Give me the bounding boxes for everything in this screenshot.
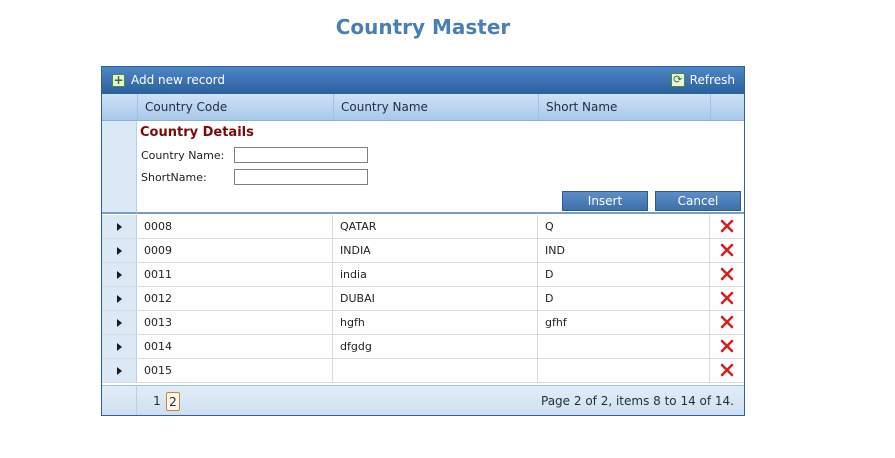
country-grid: + Add new record ⟳ Refresh Country Code …	[101, 66, 745, 416]
table-row[interactable]: 0013 hgfh gfhf	[102, 311, 744, 335]
cell-short: gfhf	[538, 311, 710, 334]
column-header-country-code[interactable]: Country Code	[137, 94, 333, 120]
cell-name: INDIA	[333, 239, 538, 262]
cell-code: 0009	[137, 239, 333, 262]
insert-button[interactable]: Insert	[562, 191, 648, 211]
table-row[interactable]: 0008 QATAR Q	[102, 215, 744, 239]
expand-arrow-icon[interactable]	[117, 295, 122, 303]
row-expand-cell[interactable]	[102, 359, 137, 382]
page-1-link[interactable]: 1	[152, 392, 162, 411]
cell-code: 0011	[137, 263, 333, 286]
delete-x-icon[interactable]	[720, 339, 734, 353]
row-expand-cell[interactable]	[102, 263, 137, 286]
add-new-record-label: Add new record	[131, 73, 225, 87]
country-name-input[interactable]	[234, 147, 368, 163]
cell-short: IND	[538, 239, 710, 262]
add-new-record-button[interactable]: + Add new record	[112, 73, 225, 87]
country-name-label: Country Name:	[141, 149, 225, 162]
cell-name: DUBAI	[333, 287, 538, 310]
column-header-country-name[interactable]: Country Name	[333, 94, 538, 120]
cell-short: Q	[538, 215, 710, 238]
insert-form: Country Details Country Name: ShortName:…	[137, 121, 744, 214]
table-row[interactable]: 0015	[102, 359, 744, 383]
cell-code: 0015	[137, 359, 333, 382]
expand-arrow-icon[interactable]	[117, 367, 122, 375]
table-row[interactable]: 0009 INDIA IND	[102, 239, 744, 263]
table-row[interactable]: 0011 india D	[102, 263, 744, 287]
delete-x-icon[interactable]	[720, 291, 734, 305]
refresh-label: Refresh	[689, 73, 735, 87]
cell-name: QATAR	[333, 215, 538, 238]
cell-short: D	[538, 287, 710, 310]
delete-x-icon[interactable]	[720, 315, 734, 329]
refresh-icon: ⟳	[670, 73, 685, 87]
cell-name: india	[333, 263, 538, 286]
table-row[interactable]: 0012 DUBAI D	[102, 287, 744, 311]
expand-arrow-icon[interactable]	[117, 271, 122, 279]
cell-code: 0012	[137, 287, 333, 310]
delete-x-icon[interactable]	[720, 363, 734, 377]
short-name-label: ShortName:	[141, 171, 207, 184]
row-expand-cell[interactable]	[102, 215, 137, 238]
command-bar: + Add new record ⟳ Refresh	[102, 67, 744, 94]
short-name-input[interactable]	[234, 169, 368, 185]
table-row[interactable]: 0014 dfgdg	[102, 335, 744, 359]
refresh-button[interactable]: ⟳ Refresh	[670, 73, 735, 87]
column-header-short-name[interactable]: Short Name	[538, 94, 710, 120]
plus-icon: +	[112, 72, 125, 87]
cell-code: 0014	[137, 335, 333, 358]
pager: 1 2 Page 2 of 2, items 8 to 14 of 14.	[102, 385, 744, 415]
pager-lead	[102, 386, 137, 415]
cell-name	[333, 359, 538, 382]
form-title: Country Details	[140, 125, 254, 140]
expand-arrow-icon[interactable]	[117, 223, 122, 231]
column-header-row: Country Code Country Name Short Name	[102, 94, 744, 121]
cell-name: hgfh	[333, 311, 538, 334]
expand-arrow-icon[interactable]	[117, 343, 122, 351]
expand-arrow-icon[interactable]	[117, 319, 122, 327]
row-expand-cell[interactable]	[102, 335, 137, 358]
cell-code: 0008	[137, 215, 333, 238]
pager-info: Page 2 of 2, items 8 to 14 of 14.	[541, 394, 734, 408]
page-2-link[interactable]: 2	[166, 392, 180, 411]
row-expand-cell[interactable]	[102, 239, 137, 262]
cell-name: dfgdg	[333, 335, 538, 358]
expand-arrow-icon[interactable]	[117, 247, 122, 255]
row-expand-cell[interactable]	[102, 287, 137, 310]
cell-short	[538, 359, 710, 382]
edit-form-lead	[102, 121, 137, 214]
row-expand-cell[interactable]	[102, 311, 137, 334]
cell-code: 0013	[137, 311, 333, 334]
delete-x-icon[interactable]	[720, 243, 734, 257]
delete-x-icon[interactable]	[720, 267, 734, 281]
delete-x-icon[interactable]	[720, 219, 734, 233]
page-title: Country Master	[335, 15, 511, 39]
column-header-actions	[710, 94, 744, 120]
cell-short	[538, 335, 710, 358]
cell-short: D	[538, 263, 710, 286]
cancel-button[interactable]: Cancel	[655, 191, 741, 211]
